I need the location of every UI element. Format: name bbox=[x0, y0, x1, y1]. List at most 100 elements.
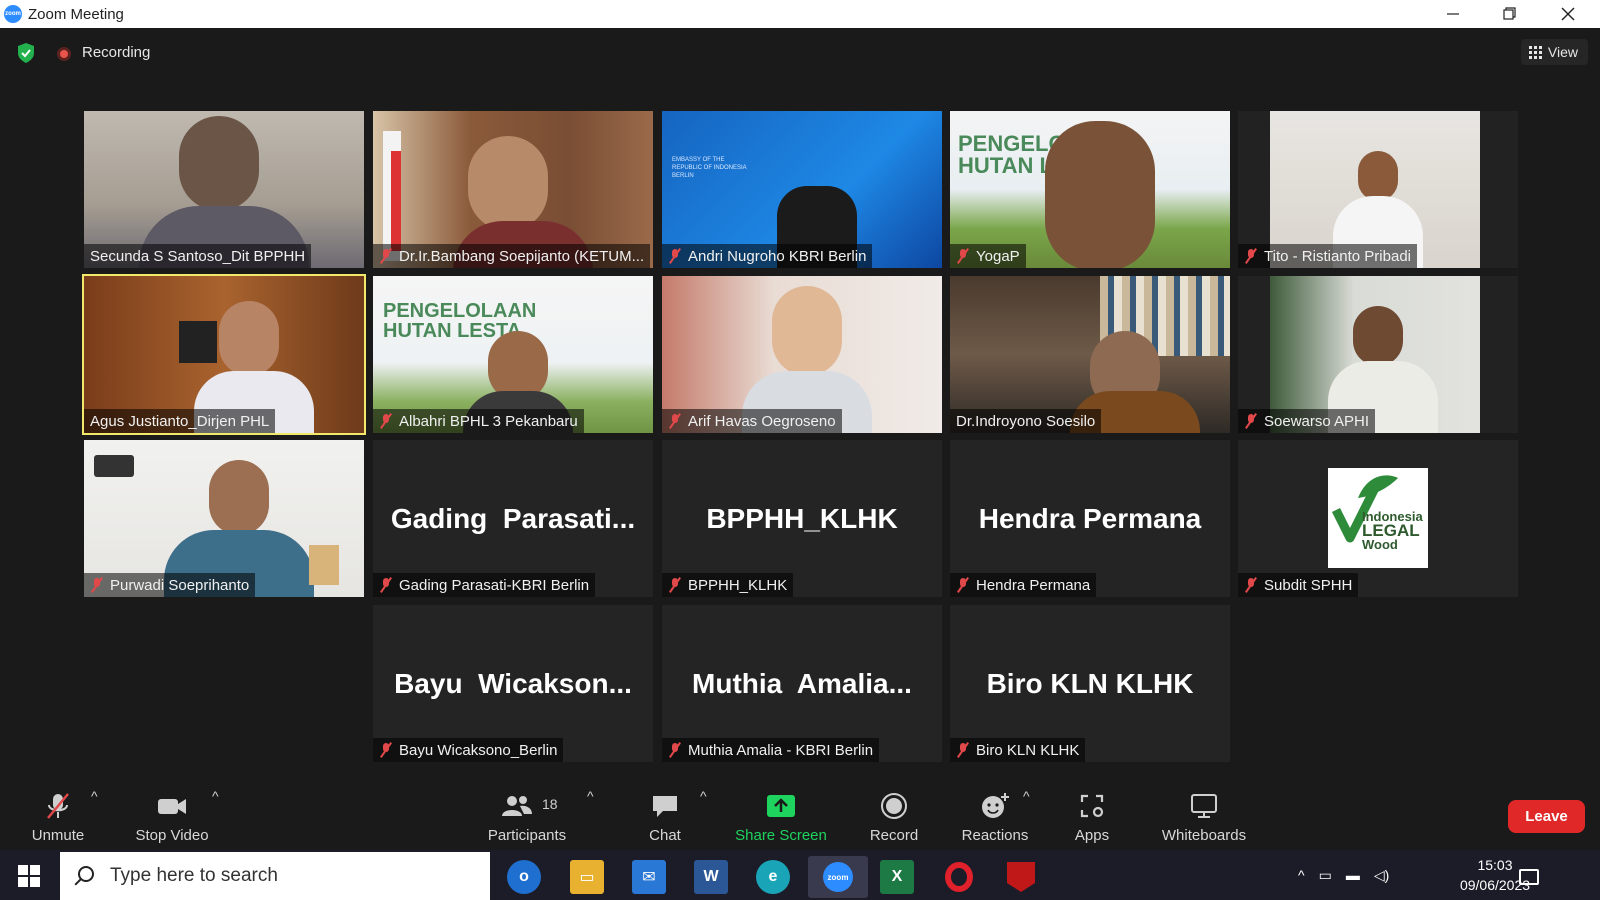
unmute-button[interactable]: Unmute bbox=[20, 784, 96, 850]
outlook-app-icon[interactable]: o bbox=[507, 860, 541, 894]
chat-options-caret-icon[interactable]: ^ bbox=[700, 788, 707, 804]
participant-name-bar: Biro KLN KLHK bbox=[950, 738, 1086, 762]
participant-name: Muthia Amalia - KBRI Berlin bbox=[688, 741, 874, 759]
muted-mic-icon bbox=[956, 577, 970, 593]
participant-tile[interactable]: Hendra Permana Hendra Permana bbox=[950, 440, 1230, 597]
reactions-options-caret-icon[interactable]: ^ bbox=[1023, 788, 1030, 804]
minimize-button[interactable] bbox=[1425, 0, 1481, 28]
participant-tile[interactable]: Bayu Wicakson... Bayu Wicaksono_Berlin bbox=[373, 605, 653, 762]
participants-label: Participants bbox=[487, 827, 567, 844]
zoom-app-icon[interactable]: zoom bbox=[808, 856, 868, 898]
close-button[interactable] bbox=[1540, 0, 1596, 28]
muted-mic-icon bbox=[1244, 248, 1258, 264]
participant-tile[interactable]: PENGELOL HUTAN LE YogaP bbox=[950, 111, 1230, 268]
participant-tile[interactable]: Tito - Ristianto Pribadi bbox=[1238, 111, 1518, 268]
participant-name: Dr.Indroyono Soesilo bbox=[956, 412, 1096, 430]
apps-icon bbox=[1080, 794, 1104, 818]
file-explorer-icon[interactable]: ▭ bbox=[570, 860, 604, 894]
network-icon[interactable]: ▭ bbox=[1319, 867, 1332, 884]
record-label: Record bbox=[869, 827, 919, 844]
participant-tile[interactable]: Dr.Ir.Bambang Soepijanto (KETUM... bbox=[373, 111, 653, 268]
participant-tile-active-speaker[interactable]: Agus Justianto_Dirjen PHL bbox=[82, 274, 366, 435]
participant-tile[interactable]: Secunda S Santoso_Dit BPPHH bbox=[84, 111, 364, 268]
chat-button[interactable]: Chat bbox=[635, 784, 695, 850]
participant-tile[interactable]: Gading Parasati... Gading Parasati-KBRI … bbox=[373, 440, 653, 597]
minimize-icon bbox=[1447, 13, 1459, 15]
mail-app-icon[interactable]: ✉ bbox=[632, 860, 666, 894]
participant-tile[interactable]: Dr.Indroyono Soesilo bbox=[950, 276, 1230, 433]
participant-name-bar: Bayu Wicaksono_Berlin bbox=[373, 738, 564, 762]
share-screen-icon bbox=[767, 795, 795, 817]
volume-icon[interactable]: ◁) bbox=[1374, 867, 1389, 884]
participant-tile[interactable]: Soewarso APHI bbox=[1238, 276, 1518, 433]
muted-mic-icon bbox=[1244, 413, 1258, 429]
audio-options-caret-icon[interactable]: ^ bbox=[91, 788, 98, 804]
muted-mic-icon bbox=[668, 248, 682, 264]
excel-app-icon[interactable]: X bbox=[880, 860, 914, 894]
participant-tile[interactable]: Muthia Amalia... Muthia Amalia - KBRI Be… bbox=[662, 605, 942, 762]
muted-mic-icon bbox=[956, 742, 970, 758]
muted-mic-icon bbox=[668, 413, 682, 429]
participant-name: Bayu Wicaksono_Berlin bbox=[399, 741, 558, 759]
participant-name: Subdit SPHH bbox=[1264, 576, 1353, 594]
grid-icon bbox=[1528, 45, 1542, 59]
stop-video-label: Stop Video bbox=[135, 827, 209, 844]
muted-mic-icon bbox=[90, 577, 104, 593]
taskbar-search-box[interactable]: Type here to search bbox=[60, 852, 490, 900]
participant-name-bar: Subdit SPHH bbox=[1238, 573, 1359, 597]
restore-icon bbox=[1503, 7, 1516, 20]
share-screen-button[interactable]: Share Screen bbox=[733, 784, 829, 850]
participant-name-bar: Agus Justianto_Dirjen PHL bbox=[84, 409, 276, 433]
view-label: View bbox=[1547, 44, 1578, 60]
stop-video-button[interactable]: Stop Video bbox=[130, 784, 214, 850]
participant-name-bar: Hendra Permana bbox=[950, 573, 1097, 597]
participant-name-bar: Dr.Indroyono Soesilo bbox=[950, 409, 1102, 433]
participant-name-bar: Secunda S Santoso_Dit BPPHH bbox=[84, 244, 312, 268]
notifications-icon[interactable] bbox=[1512, 860, 1546, 894]
chat-bubble-icon bbox=[653, 796, 677, 817]
opera-browser-icon[interactable] bbox=[942, 860, 976, 894]
participant-tile[interactable]: Arif Havas Oegroseno bbox=[662, 276, 942, 433]
leave-meeting-button[interactable]: Leave bbox=[1508, 800, 1585, 833]
restore-button[interactable] bbox=[1482, 0, 1538, 28]
meeting-toolbar: Unmute ^ Stop Video ^ 18 Participants ^ … bbox=[0, 784, 1600, 850]
video-options-caret-icon[interactable]: ^ bbox=[212, 788, 219, 804]
muted-mic-icon bbox=[668, 577, 682, 593]
unmute-label: Unmute bbox=[31, 827, 85, 844]
indonesia-legal-wood-logo-icon: Indonesia LEGAL Wood bbox=[1328, 468, 1428, 568]
window-title: Zoom Meeting bbox=[28, 5, 124, 23]
whiteboards-label: Whiteboards bbox=[1161, 827, 1247, 844]
recording-label: Recording bbox=[82, 44, 151, 61]
participant-name-bar: Soewarso APHI bbox=[1238, 409, 1376, 433]
participant-name: Gading Parasati-KBRI Berlin bbox=[399, 576, 590, 594]
participant-tile[interactable]: EMBASSY OF THE REPUBLIC OF INDONESIA BERLI… bbox=[662, 111, 942, 268]
encryption-shield-icon[interactable] bbox=[16, 42, 36, 64]
participant-tile[interactable]: Indonesia LEGAL Wood Subdit SPHH bbox=[1238, 440, 1518, 597]
whiteboards-button[interactable]: Whiteboards bbox=[1150, 784, 1258, 850]
mcafee-icon[interactable] bbox=[1004, 860, 1038, 894]
show-hidden-icons-chevron-icon[interactable]: ^ bbox=[1298, 867, 1305, 883]
participants-options-caret-icon[interactable]: ^ bbox=[587, 788, 594, 804]
windows-start-icon[interactable] bbox=[18, 865, 40, 887]
recording-indicator-icon bbox=[57, 47, 71, 61]
apps-button[interactable]: Apps bbox=[1064, 784, 1120, 850]
record-button[interactable]: Record bbox=[862, 784, 926, 850]
participant-name: Albahri BPHL 3 Pekanbaru bbox=[399, 412, 578, 430]
word-app-icon[interactable]: W bbox=[694, 860, 728, 894]
participant-name-bar: Arif Havas Oegroseno bbox=[662, 409, 842, 433]
chat-label: Chat bbox=[649, 827, 681, 844]
edge-browser-icon[interactable]: e bbox=[756, 860, 790, 894]
battery-icon[interactable]: ▬ bbox=[1346, 867, 1360, 883]
participant-tile[interactable]: BPPHH_KLHK BPPHH_KLHK bbox=[662, 440, 942, 597]
participant-name-bar: BPPHH_KLHK bbox=[662, 573, 794, 597]
participant-tile[interactable]: Biro KLN KLHK Biro KLN KLHK bbox=[950, 605, 1230, 762]
participants-button[interactable]: 18 Participants bbox=[482, 784, 572, 850]
reactions-label: Reactions bbox=[961, 827, 1029, 844]
participant-tile[interactable]: PENGELOLAAN HUTAN LESTA Albahri BPHL 3 Pe… bbox=[373, 276, 653, 433]
view-button[interactable]: View bbox=[1520, 39, 1588, 65]
window-titlebar: zoom Zoom Meeting bbox=[0, 0, 1600, 28]
participant-name: YogaP bbox=[976, 247, 1020, 265]
search-placeholder: Type here to search bbox=[110, 865, 278, 886]
participant-tile[interactable]: Purwadi Soeprihanto bbox=[84, 440, 364, 597]
participant-name-bar: Dr.Ir.Bambang Soepijanto (KETUM... bbox=[373, 244, 651, 268]
